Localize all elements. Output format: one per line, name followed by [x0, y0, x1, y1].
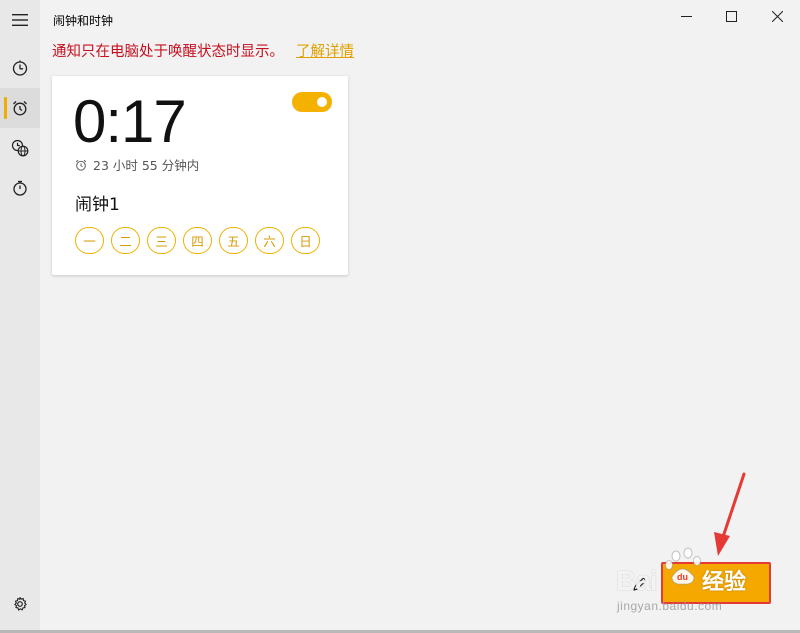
minimize-icon — [680, 15, 692, 17]
stopwatch-icon — [13, 180, 27, 196]
time-remaining-text: 23 小时 55 分钟内 — [93, 158, 200, 173]
day-friday[interactable]: 五 — [219, 227, 248, 254]
close-button[interactable] — [754, 0, 800, 32]
minimize-button[interactable] — [663, 0, 709, 32]
add-alarm-button[interactable] — [661, 562, 771, 604]
pencil-icon — [633, 577, 647, 591]
toggle-knob — [317, 97, 327, 107]
window-title: 闹钟和时钟 — [53, 14, 114, 28]
hamburger-menu-button[interactable] — [0, 0, 40, 40]
annotation-arrow — [714, 472, 746, 556]
day-sunday[interactable]: 日 — [291, 227, 320, 254]
app-window: 闹钟和时钟 通知只在电脑处于唤醒状态时显示。 了解详情 0:17 23 小时 5… — [0, 0, 800, 633]
nav-timer-button[interactable] — [0, 48, 40, 88]
day-saturday[interactable]: 六 — [255, 227, 284, 254]
plus-icon — [709, 576, 723, 590]
navigation-rail — [0, 0, 40, 630]
close-icon — [771, 10, 783, 22]
alarm-clock-icon — [75, 159, 87, 171]
day-thursday[interactable]: 四 — [183, 227, 212, 254]
day-wednesday[interactable]: 三 — [147, 227, 176, 254]
gear-icon — [14, 596, 27, 611]
nav-stopwatch-button[interactable] — [0, 168, 40, 208]
nav-settings-button[interactable] — [0, 584, 40, 624]
alarm-toggle[interactable] — [292, 92, 332, 112]
maximize-button[interactable] — [708, 0, 754, 32]
edit-alarms-button[interactable] — [628, 572, 652, 596]
maximize-icon — [725, 10, 737, 22]
learn-more-link[interactable]: 了解详情 — [296, 40, 354, 61]
timer-icon — [12, 60, 28, 76]
menu-icon — [12, 14, 28, 26]
day-tuesday[interactable]: 二 — [111, 227, 140, 254]
alarm-time: 0:17 — [73, 88, 187, 155]
repeat-days: 一 二 三 四 五 六 日 — [75, 227, 320, 254]
alarm-clock-icon — [13, 101, 27, 116]
alarm-name: 闹钟1 — [75, 195, 120, 215]
notification-notice: 通知只在电脑处于唤醒状态时显示。 — [52, 44, 284, 60]
time-remaining: 23 小时 55 分钟内 — [75, 155, 199, 174]
alarm-card[interactable]: 0:17 23 小时 55 分钟内 闹钟1 一 二 三 四 五 六 日 — [52, 76, 348, 275]
active-nav-indicator — [4, 97, 7, 119]
nav-world-clock-button[interactable] — [0, 128, 40, 168]
world-clock-icon — [11, 139, 29, 157]
day-monday[interactable]: 一 — [75, 227, 104, 254]
